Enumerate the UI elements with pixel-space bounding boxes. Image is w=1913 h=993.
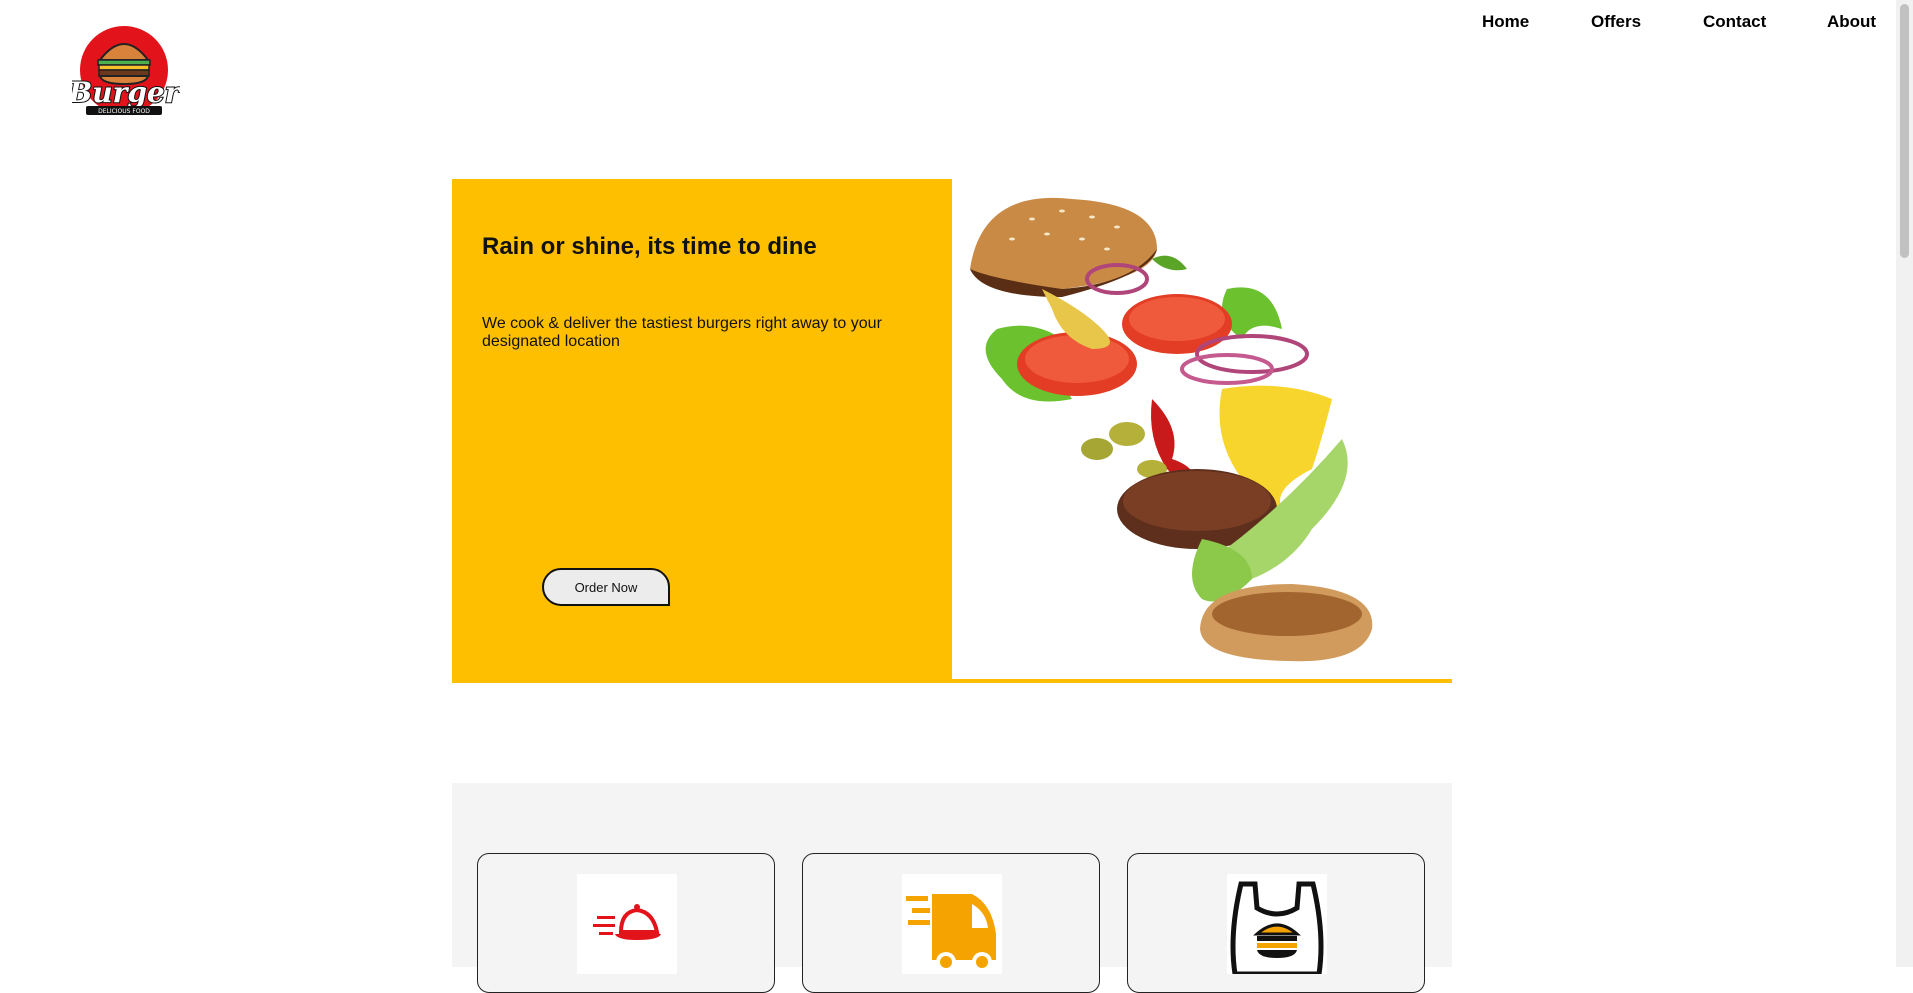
hero-title: Rain or shine, its time to dine [482, 233, 817, 260]
nav-home[interactable]: Home [1482, 12, 1529, 32]
nav-offers[interactable]: Offers [1591, 12, 1641, 32]
hero-section: Rain or shine, its time to dine We cook … [452, 179, 1452, 683]
logo[interactable]: Burger DELICIOUS FOOD [67, 24, 183, 124]
service-card-dine-in[interactable] [477, 853, 775, 993]
burger-takeaway-bag-icon [1227, 874, 1327, 977]
hero-panel: Rain or shine, its time to dine We cook … [452, 179, 952, 683]
nav-contact[interactable]: Contact [1703, 12, 1766, 32]
hero-image [952, 179, 1452, 679]
logo-text: Burger [72, 76, 180, 109]
vertical-scrollbar[interactable] [1896, 0, 1913, 967]
service-card-delivery[interactable] [802, 853, 1100, 993]
scrollbar-thumb[interactable] [1900, 4, 1909, 258]
logo-subtext: DELICIOUS FOOD [98, 108, 150, 115]
services-section [452, 783, 1452, 993]
nav-about[interactable]: About [1827, 12, 1876, 32]
hero-underline [952, 679, 1452, 683]
service-card-takeaway[interactable] [1127, 853, 1425, 993]
hero-description: We cook & deliver the tastiest burgers r… [482, 315, 882, 350]
order-now-button[interactable]: Order Now [542, 568, 670, 606]
food-serving-cloche-icon [577, 874, 677, 974]
delivery-truck-icon [902, 874, 1002, 974]
